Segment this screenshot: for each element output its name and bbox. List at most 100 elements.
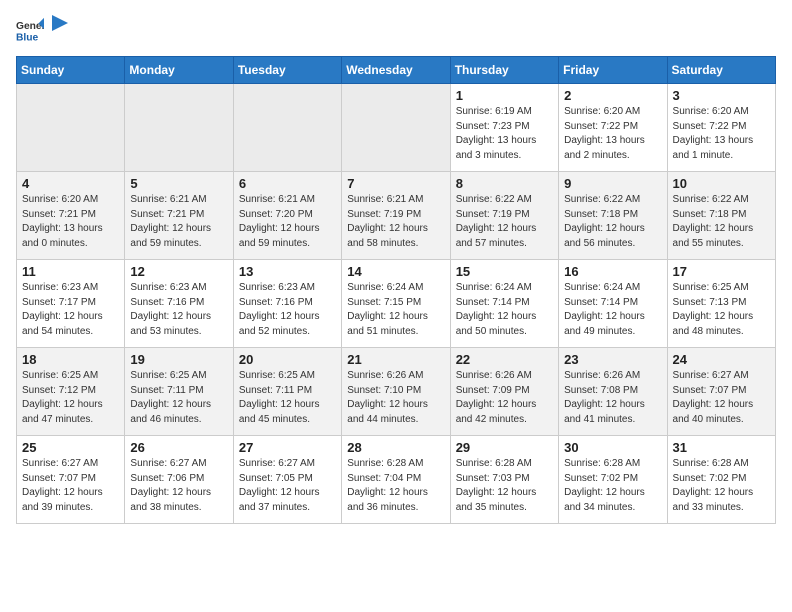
day-info: Sunrise: 6:22 AM Sunset: 7:19 PM Dayligh… [456,193,553,251]
calendar-cell: 26Sunrise: 6:27 AM Sunset: 7:06 PM Dayli… [125,436,233,524]
logo-flag-icon [50,15,68,37]
calendar-week-row-3: 11 Sunrise: 6:23 AM Sunset: 7:17 PM Dayli… [17,260,776,348]
day-info: Sunrise: 6:23 AM Sunset: 7:16 PM Dayligh… [130,281,227,339]
calendar-cell: 28Sunrise: 6:28 AM Sunset: 7:04 PM Dayli… [342,436,450,524]
day-info: Sunrise: 6:27 AM Sunset: 7:07 PM Dayligh… [673,369,770,427]
day-number: 13 [239,264,336,279]
weekday-header-row: SundayMondayTuesdayWednesdayThursdayFrid… [17,57,776,84]
calendar-cell: 12Sunrise: 6:23 AM Sunset: 7:16 PM Dayli… [125,260,233,348]
day-number: 1 [456,88,553,103]
calendar-week-row-2: 4 Sunrise: 6:20 AM Sunset: 7:21 PM Daylig… [17,172,776,260]
day-info: Sunrise: 6:28 AM Sunset: 7:02 PM Dayligh… [673,457,770,515]
day-info: Sunrise: 6:25 AM Sunset: 7:11 PM Dayligh… [239,369,336,427]
day-number: 19 [130,352,227,367]
day-info: Sunrise: 6:23 AM Sunset: 7:16 PM Dayligh… [239,281,336,339]
day-number: 6 [239,176,336,191]
weekday-header-thursday: Thursday [450,57,558,84]
calendar-cell: 22 Sunrise: 6:26 AM Sunset: 7:09 PM Dayli… [450,348,558,436]
day-number: 17 [673,264,770,279]
day-info: Sunrise: 6:22 AM Sunset: 7:18 PM Dayligh… [673,193,770,251]
calendar-cell: 24 Sunrise: 6:27 AM Sunset: 7:07 PM Dayli… [667,348,775,436]
day-number: 26 [130,440,227,455]
calendar-cell: 18 Sunrise: 6:25 AM Sunset: 7:12 PM Dayli… [17,348,125,436]
day-number: 8 [456,176,553,191]
day-info: Sunrise: 6:26 AM Sunset: 7:09 PM Dayligh… [456,369,553,427]
page-header: General Blue [16,16,776,44]
day-info: Sunrise: 6:25 AM Sunset: 7:13 PM Dayligh… [673,281,770,339]
calendar-cell: 29 Sunrise: 6:28 AM Sunset: 7:03 PM Dayli… [450,436,558,524]
day-info: Sunrise: 6:21 AM Sunset: 7:20 PM Dayligh… [239,193,336,251]
calendar-cell: 6 Sunrise: 6:21 AM Sunset: 7:20 PM Daylig… [233,172,341,260]
day-number: 22 [456,352,553,367]
day-info: Sunrise: 6:21 AM Sunset: 7:21 PM Dayligh… [130,193,227,251]
weekday-header-wednesday: Wednesday [342,57,450,84]
calendar-cell: 10 Sunrise: 6:22 AM Sunset: 7:18 PM Dayli… [667,172,775,260]
calendar-cell: 25Sunrise: 6:27 AM Sunset: 7:07 PM Dayli… [17,436,125,524]
calendar-cell: 9 Sunrise: 6:22 AM Sunset: 7:18 PM Daylig… [559,172,667,260]
weekday-header-sunday: Sunday [17,57,125,84]
day-number: 2 [564,88,661,103]
calendar-cell: 2 Sunrise: 6:20 AM Sunset: 7:22 PM Daylig… [559,84,667,172]
day-info: Sunrise: 6:24 AM Sunset: 7:15 PM Dayligh… [347,281,444,339]
weekday-header-saturday: Saturday [667,57,775,84]
calendar-cell: 16 Sunrise: 6:24 AM Sunset: 7:14 PM Dayli… [559,260,667,348]
day-number: 23 [564,352,661,367]
calendar-cell [17,84,125,172]
calendar-week-row-4: 18 Sunrise: 6:25 AM Sunset: 7:12 PM Dayli… [17,348,776,436]
calendar-cell: 7 Sunrise: 6:21 AM Sunset: 7:19 PM Daylig… [342,172,450,260]
calendar-cell: 19Sunrise: 6:25 AM Sunset: 7:11 PM Dayli… [125,348,233,436]
calendar-cell: 14Sunrise: 6:24 AM Sunset: 7:15 PM Dayli… [342,260,450,348]
day-info: Sunrise: 6:27 AM Sunset: 7:07 PM Dayligh… [22,457,119,515]
calendar-cell: 4 Sunrise: 6:20 AM Sunset: 7:21 PM Daylig… [17,172,125,260]
day-info: Sunrise: 6:20 AM Sunset: 7:22 PM Dayligh… [564,105,661,163]
weekday-header-monday: Monday [125,57,233,84]
day-info: Sunrise: 6:26 AM Sunset: 7:08 PM Dayligh… [564,369,661,427]
calendar-cell: 1 Sunrise: 6:19 AM Sunset: 7:23 PM Daylig… [450,84,558,172]
day-number: 24 [673,352,770,367]
day-number: 27 [239,440,336,455]
calendar-week-row-5: 25Sunrise: 6:27 AM Sunset: 7:07 PM Dayli… [17,436,776,524]
day-number: 7 [347,176,444,191]
calendar-cell: 21Sunrise: 6:26 AM Sunset: 7:10 PM Dayli… [342,348,450,436]
calendar-cell: 17 Sunrise: 6:25 AM Sunset: 7:13 PM Dayli… [667,260,775,348]
day-info: Sunrise: 6:24 AM Sunset: 7:14 PM Dayligh… [564,281,661,339]
day-number: 21 [347,352,444,367]
day-number: 9 [564,176,661,191]
day-info: Sunrise: 6:28 AM Sunset: 7:03 PM Dayligh… [456,457,553,515]
calendar-cell: 5 Sunrise: 6:21 AM Sunset: 7:21 PM Daylig… [125,172,233,260]
day-number: 10 [673,176,770,191]
weekday-header-friday: Friday [559,57,667,84]
day-number: 16 [564,264,661,279]
day-info: Sunrise: 6:19 AM Sunset: 7:23 PM Dayligh… [456,105,553,163]
svg-text:Blue: Blue [16,32,39,43]
day-number: 31 [673,440,770,455]
day-number: 5 [130,176,227,191]
day-number: 11 [22,264,119,279]
day-info: Sunrise: 6:20 AM Sunset: 7:21 PM Dayligh… [22,193,119,251]
day-info: Sunrise: 6:22 AM Sunset: 7:18 PM Dayligh… [564,193,661,251]
calendar-cell: 15Sunrise: 6:24 AM Sunset: 7:14 PM Dayli… [450,260,558,348]
calendar-cell: 13 Sunrise: 6:23 AM Sunset: 7:16 PM Dayli… [233,260,341,348]
calendar-cell [233,84,341,172]
calendar-week-row-1: 1 Sunrise: 6:19 AM Sunset: 7:23 PM Daylig… [17,84,776,172]
day-number: 3 [673,88,770,103]
day-info: Sunrise: 6:21 AM Sunset: 7:19 PM Dayligh… [347,193,444,251]
day-info: Sunrise: 6:25 AM Sunset: 7:12 PM Dayligh… [22,369,119,427]
day-number: 18 [22,352,119,367]
calendar-cell: 8 Sunrise: 6:22 AM Sunset: 7:19 PM Daylig… [450,172,558,260]
day-number: 29 [456,440,553,455]
calendar-cell: 30Sunrise: 6:28 AM Sunset: 7:02 PM Dayli… [559,436,667,524]
day-number: 4 [22,176,119,191]
calendar-cell: 23 Sunrise: 6:26 AM Sunset: 7:08 PM Dayli… [559,348,667,436]
logo-icon: General Blue [16,16,44,44]
weekday-header-tuesday: Tuesday [233,57,341,84]
day-number: 30 [564,440,661,455]
calendar-cell [125,84,233,172]
calendar-cell [342,84,450,172]
day-info: Sunrise: 6:28 AM Sunset: 7:04 PM Dayligh… [347,457,444,515]
calendar-cell: 31 Sunrise: 6:28 AM Sunset: 7:02 PM Dayli… [667,436,775,524]
calendar-table: SundayMondayTuesdayWednesdayThursdayFrid… [16,56,776,524]
calendar-cell: 27 Sunrise: 6:27 AM Sunset: 7:05 PM Dayli… [233,436,341,524]
day-info: Sunrise: 6:23 AM Sunset: 7:17 PM Dayligh… [22,281,119,339]
day-info: Sunrise: 6:27 AM Sunset: 7:05 PM Dayligh… [239,457,336,515]
